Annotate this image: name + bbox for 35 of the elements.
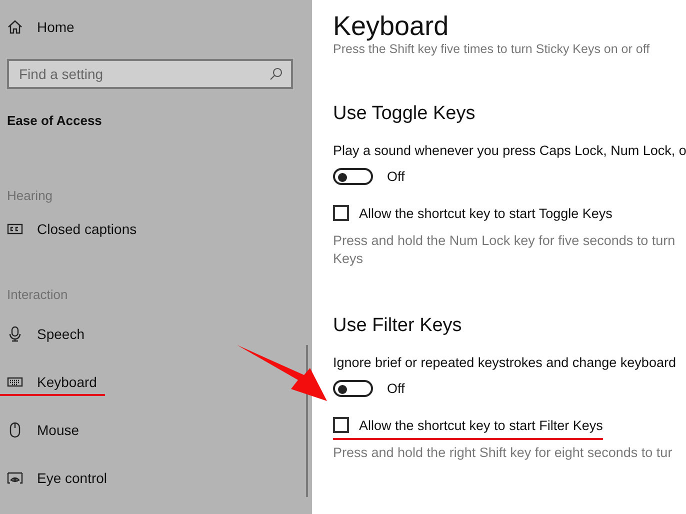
checkbox-label: Allow the shortcut key to start Toggle Keys xyxy=(359,206,612,220)
sidebar-item[interactable]: Mouse xyxy=(7,418,80,444)
description-text: Press the Shift key five times to turn Sticky Keys on or off xyxy=(333,42,651,56)
section-heading: Use Toggle Keys xyxy=(333,103,476,125)
toggle-switch[interactable] xyxy=(333,380,373,397)
checkbox-row[interactable]: Allow the shortcut key to start Toggle Keys xyxy=(333,203,612,228)
mouse-icon xyxy=(7,422,23,438)
search-field[interactable]: Find a setting xyxy=(7,59,293,89)
checkbox-row[interactable]: Allow the shortcut key to start Filter Keys xyxy=(333,415,603,440)
setting-label: Ignore brief or repeated keystrokes and change keyboard xyxy=(333,355,677,370)
toggle-state: Off xyxy=(387,381,405,396)
search-icon xyxy=(269,67,283,81)
toggle-switch[interactable] xyxy=(333,168,373,185)
checkbox-label: Allow the shortcut key to start Filter Keys xyxy=(359,418,603,432)
description-text: Keys xyxy=(333,250,364,268)
checkbox[interactable] xyxy=(333,205,349,221)
toggle-state: Off xyxy=(387,169,405,184)
setting-label: Play a sound whenever you press Caps Lock, Num Lock, o xyxy=(333,143,686,158)
sidebar-item[interactable]: Eye control xyxy=(7,466,108,492)
description-text: Press and hold the right Shift key for eight seconds to tur xyxy=(333,444,674,462)
sidebar-item[interactable]: Keyboard xyxy=(0,370,105,396)
microphone-icon xyxy=(7,326,23,342)
section-heading: Use Filter Keys xyxy=(333,315,463,337)
sidebar-item[interactable]: Speech xyxy=(7,322,84,348)
section-title: Ease of Access xyxy=(7,113,103,128)
eye-control-icon xyxy=(7,470,23,486)
group-heading: Interaction xyxy=(7,287,69,302)
group-heading: Hearing xyxy=(7,188,54,203)
closed-captions-icon xyxy=(7,221,23,237)
checkbox[interactable] xyxy=(333,417,349,433)
description-text: Press and hold the Num Lock key for five seconds to turn xyxy=(333,232,676,250)
home-link[interactable]: Home xyxy=(7,15,74,41)
page-title: Keyboard xyxy=(333,10,450,42)
home-icon xyxy=(7,19,23,35)
sidebar-item[interactable]: Closed captions xyxy=(7,217,137,243)
